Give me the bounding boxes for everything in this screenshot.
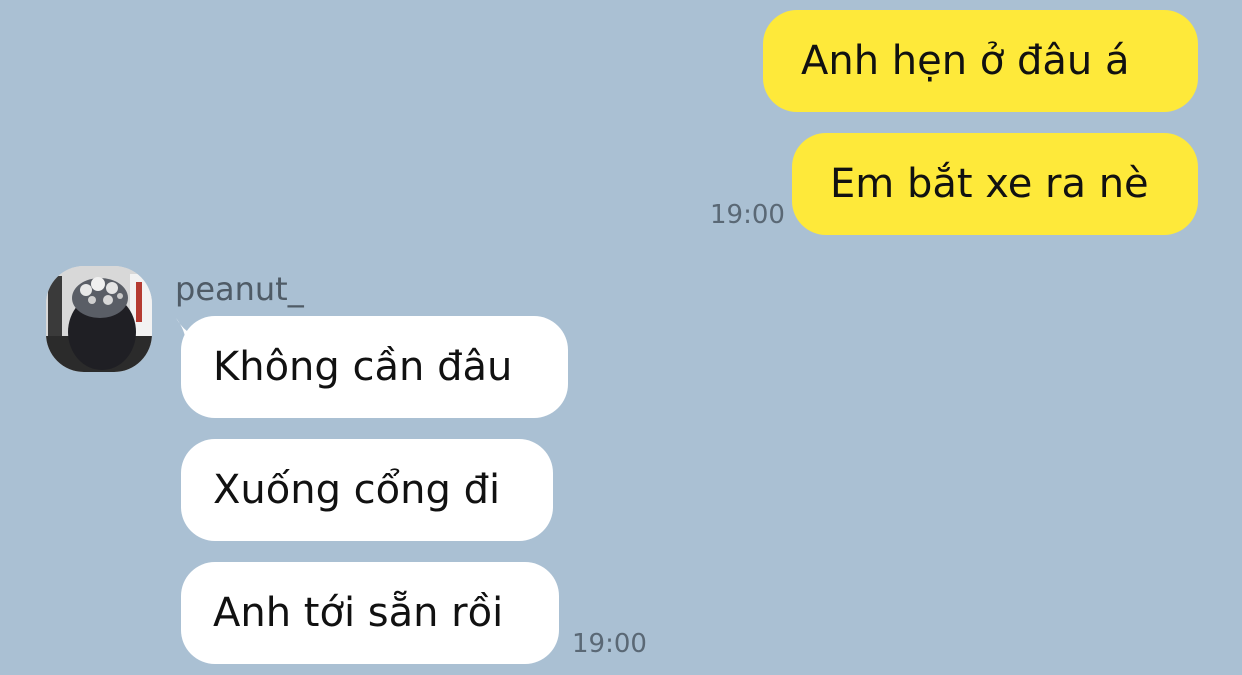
- message-text: Anh hẹn ở đâu á: [801, 38, 1130, 84]
- contact-name: peanut_: [175, 270, 304, 308]
- received-timestamp: 19:00: [572, 629, 647, 659]
- sent-message-bubble[interactable]: Em bắt xe ra nè: [792, 133, 1198, 235]
- received-message-bubble[interactable]: Anh tới sẵn rồi: [181, 562, 559, 664]
- message-text: Xuống cổng đi: [213, 467, 501, 513]
- chat-thread: Anh hẹn ở đâu á Em bắt xe ra nè 19:00 pe…: [0, 0, 1242, 675]
- message-text: Anh tới sẵn rồi: [213, 590, 504, 636]
- sent-timestamp: 19:00: [710, 200, 785, 230]
- received-message-bubble[interactable]: Không cần đâu: [181, 316, 568, 418]
- sent-message-bubble[interactable]: Anh hẹn ở đâu á: [763, 10, 1198, 112]
- contact-avatar[interactable]: [46, 266, 152, 372]
- profile-photo-icon: [46, 266, 152, 372]
- received-message-bubble[interactable]: Xuống cổng đi: [181, 439, 553, 541]
- message-text: Không cần đâu: [213, 344, 513, 390]
- message-text: Em bắt xe ra nè: [830, 161, 1149, 207]
